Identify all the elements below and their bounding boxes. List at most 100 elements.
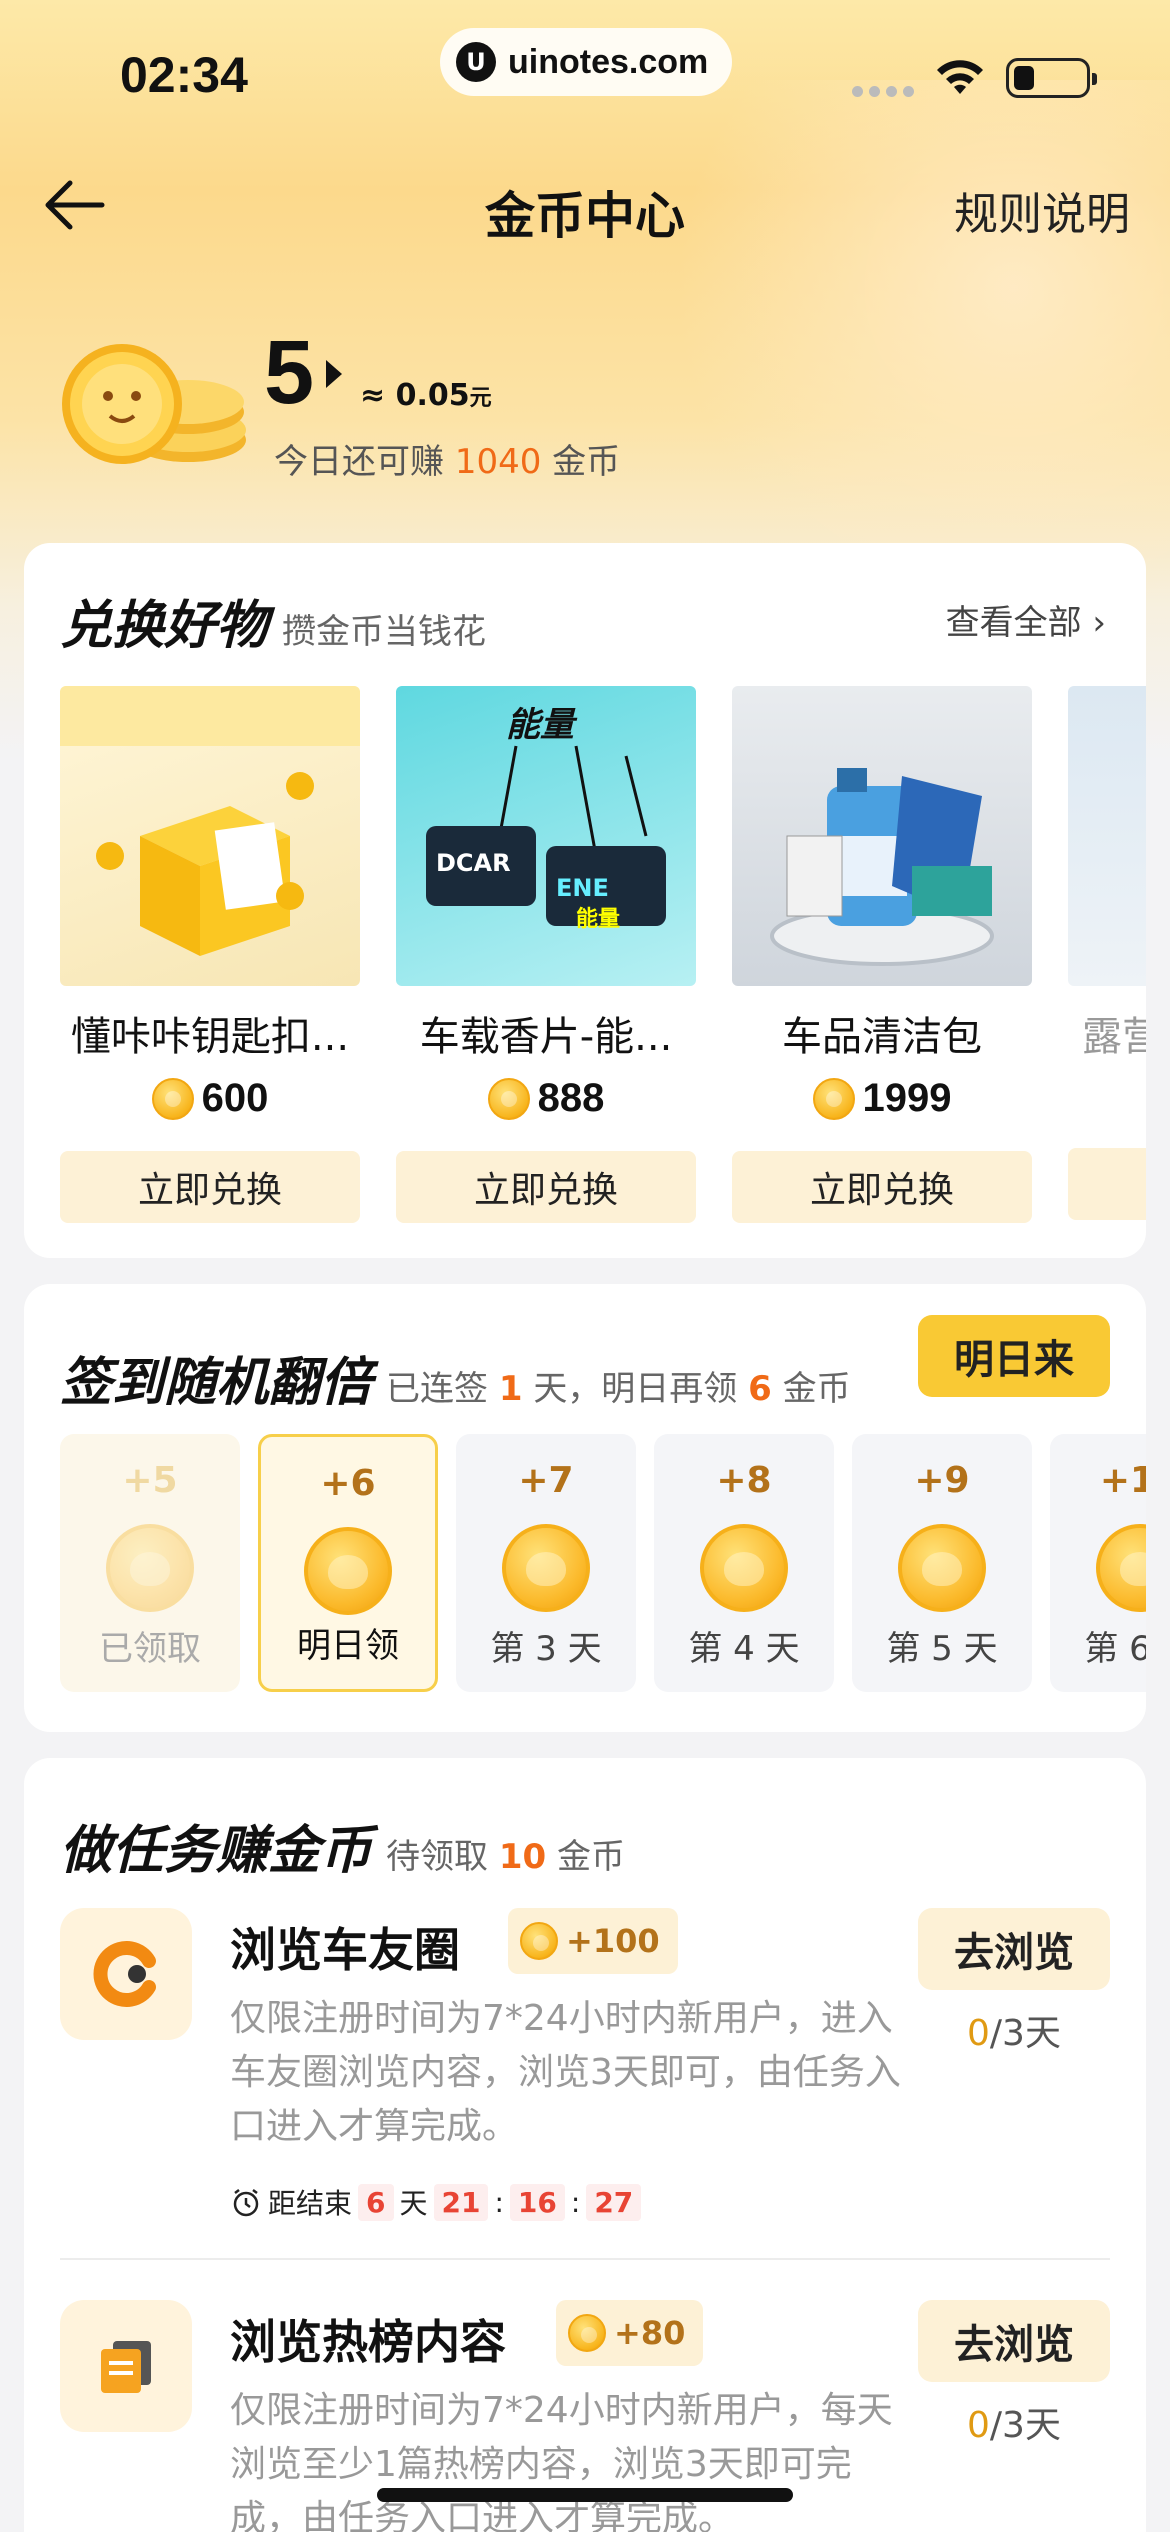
countdown-separator: : [570, 2185, 581, 2219]
balance-arrow-icon[interactable] [326, 360, 342, 388]
price-value: 1999 [862, 1076, 952, 1120]
signin-day: +7 第 3 天 [456, 1434, 636, 1692]
progress-current: 0 [967, 2405, 990, 2446]
product-price: 1999 [732, 1076, 1032, 1121]
countdown-days-unit: 天 [399, 2187, 428, 2220]
divider [60, 2258, 1110, 2260]
home-indicator[interactable] [377, 2488, 793, 2502]
coin-balance[interactable]: 5 [264, 322, 314, 425]
price-value: 600 [201, 1076, 269, 1120]
signin-day: +10 第 6 天 [1050, 1434, 1146, 1692]
task-pending: 10 [498, 1837, 547, 1877]
signin-streak: 1 [498, 1369, 523, 1409]
day-label: 第 5 天 [886, 1629, 998, 1669]
reward-badge: +80 [556, 2300, 704, 2366]
alarm-clock-icon [233, 2189, 259, 2217]
exchange-header: 兑换好物 攒金币当钱花 [60, 583, 486, 658]
exchange-card: 兑换好物 攒金币当钱花 查看全部 › 懂咔咔钥匙扣... 600 立即兑换 能量… [24, 543, 1146, 1258]
signin-day: +8 第 4 天 [654, 1434, 834, 1692]
coin-icon [151, 1077, 194, 1120]
countdown-hours: 21 [433, 2183, 489, 2221]
product-item[interactable]: 懂咔咔钥匙扣... 600 立即兑换 [60, 686, 360, 1223]
progress-total: /3天 [989, 2013, 1061, 2054]
task-item: 浏览车友圈 +100 仅限注册时间为7*24小时内新用户，进入车友圈浏览内容，浏… [60, 1908, 1110, 2228]
countdown-days: 6 [358, 2183, 394, 2221]
day-amount: +8 [716, 1460, 772, 1501]
status-time: 02:34 [120, 47, 248, 103]
today-earn-prefix: 今日还可赚 [274, 442, 444, 482]
task-description: 仅限注册时间为7*24小时内新用户，进入车友圈浏览内容，浏览3天即可，由任务入口… [230, 1998, 901, 2147]
product-list: 懂咔咔钥匙扣... 600 立即兑换 能量 DCAR ENE 能量 车载香片-能… [60, 686, 1146, 1223]
status-bar: 02:34 U uinotes.com [0, 0, 1170, 150]
day-amount: +6 [320, 1463, 376, 1504]
task-sub-b: 金币 [556, 1837, 625, 1877]
coin-icon [568, 2314, 606, 2352]
approx-cash-value: ≈ 0.05元 [360, 378, 492, 413]
svg-text:ENE: ENE [556, 874, 609, 902]
rules-link[interactable]: 规则说明 [954, 178, 1130, 242]
coin-icon [520, 1922, 558, 1960]
task-subtitle: 待领取 10 金币 [386, 1829, 625, 1878]
signin-day: +9 第 5 天 [852, 1434, 1032, 1692]
go-browse-button[interactable]: 去浏览 [918, 2300, 1110, 2382]
progress-total: /3天 [989, 2405, 1061, 2446]
task-card: 做任务赚金币 待领取 10 金币 浏览车友圈 +100 仅限注册时间为7*24小… [24, 1758, 1146, 2532]
task-title: 浏览热榜内容 [230, 2315, 506, 2369]
day-amount: +5 [122, 1460, 178, 1501]
product-item[interactable]: 能量 DCAR ENE 能量 车载香片-能... 888 立即兑换 [396, 686, 696, 1223]
product-price: 888 [396, 1076, 696, 1121]
exchange-title: 兑换好物 [60, 596, 269, 656]
coin-icon [106, 1524, 194, 1612]
redeem-button[interactable] [1068, 1148, 1146, 1220]
product-image-cleaning-kit [732, 686, 1032, 986]
svg-text:DCAR: DCAR [436, 849, 511, 877]
task-description: 仅限注册时间为7*24小时内新用户，每天浏览至少1篇热榜内容，浏览3天即可完成，… [230, 2390, 893, 2532]
signal-icon [852, 86, 914, 97]
uinotes-logo-icon: U [456, 42, 496, 82]
day-label: 已领取 [99, 1629, 201, 1669]
view-all-link[interactable]: 查看全部 › [946, 595, 1106, 644]
product-item[interactable]: 露营 [1068, 686, 1146, 1223]
view-all-label: 查看全部 [945, 603, 1082, 643]
today-earn-amount: 1040 [454, 442, 542, 482]
day-label: 第 4 天 [688, 1629, 800, 1669]
url-pill[interactable]: U uinotes.com [440, 28, 732, 96]
day-label: 第 3 天 [490, 1629, 602, 1669]
reward-value: +100 [566, 1922, 660, 1960]
go-browse-button[interactable]: 去浏览 [918, 1908, 1110, 1990]
redeem-button[interactable]: 立即兑换 [60, 1151, 360, 1223]
come-tomorrow-button[interactable]: 明日来 [918, 1315, 1110, 1397]
moments-icon [60, 1908, 192, 2040]
signin-sub-b: 天，明日再领 [533, 1369, 738, 1409]
task-title: 浏览车友圈 [230, 1923, 460, 1977]
countdown-seconds: 27 [586, 2183, 642, 2221]
product-image-air-freshener: 能量 DCAR ENE 能量 [396, 686, 696, 986]
product-image-keychain [60, 686, 360, 986]
reward-badge: +100 [508, 1908, 678, 1974]
price-value: 888 [537, 1076, 605, 1120]
task-sub-a: 待领取 [386, 1837, 489, 1877]
signin-day-list: +5 已领取 +6 明日领 +7 第 3 天 +8 第 4 天 +9 第 5 天… [60, 1434, 1146, 1692]
today-earn-text: 今日还可赚 1040 金币 [274, 434, 620, 483]
countdown-label: 距结束 [268, 2187, 353, 2220]
redeem-button[interactable]: 立即兑换 [732, 1151, 1032, 1223]
task-header: 做任务赚金币 待领取 10 金币 [60, 1808, 625, 1883]
coin-icon [898, 1524, 986, 1612]
signin-sub-c: 金币 [782, 1369, 851, 1409]
signin-next-reward: 6 [748, 1369, 772, 1409]
countdown: 距结束 6 天 21 : 16 : 27 [230, 2182, 642, 2222]
day-amount: +10 [1099, 1460, 1146, 1501]
task-title-heading: 做任务赚金币 [60, 1821, 373, 1881]
day-amount: +7 [518, 1460, 574, 1501]
task-progress: 0/3天 [918, 2396, 1110, 2448]
signin-day[interactable]: +6 明日领 [258, 1434, 438, 1692]
countdown-minutes: 16 [509, 2183, 565, 2221]
product-item[interactable]: 车品清洁包 1999 立即兑换 [732, 686, 1032, 1223]
exchange-subtitle: 攒金币当钱花 [282, 612, 487, 652]
coin-icon [502, 1524, 590, 1612]
redeem-button[interactable]: 立即兑换 [396, 1151, 696, 1223]
coin-icon [700, 1524, 788, 1612]
task-progress: 0/3天 [918, 2004, 1110, 2056]
signin-header: 签到随机翻倍 已连签 1 天，明日再领 6 金币 [60, 1340, 851, 1415]
signin-title: 签到随机翻倍 [60, 1353, 373, 1413]
